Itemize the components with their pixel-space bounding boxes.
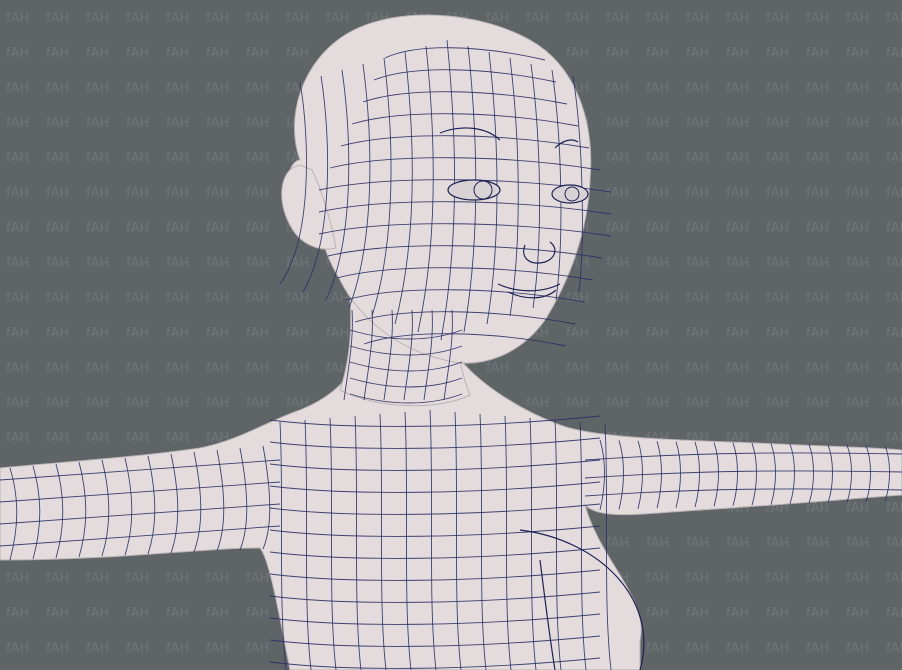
3d-viewport[interactable]: fAH fAH fAH fAH fAH fAH fAH fAH fAH fAH fAH fAH fAH f… bbox=[0, 0, 902, 670]
character-model[interactable] bbox=[0, 0, 902, 670]
head-mesh bbox=[287, 14, 592, 364]
